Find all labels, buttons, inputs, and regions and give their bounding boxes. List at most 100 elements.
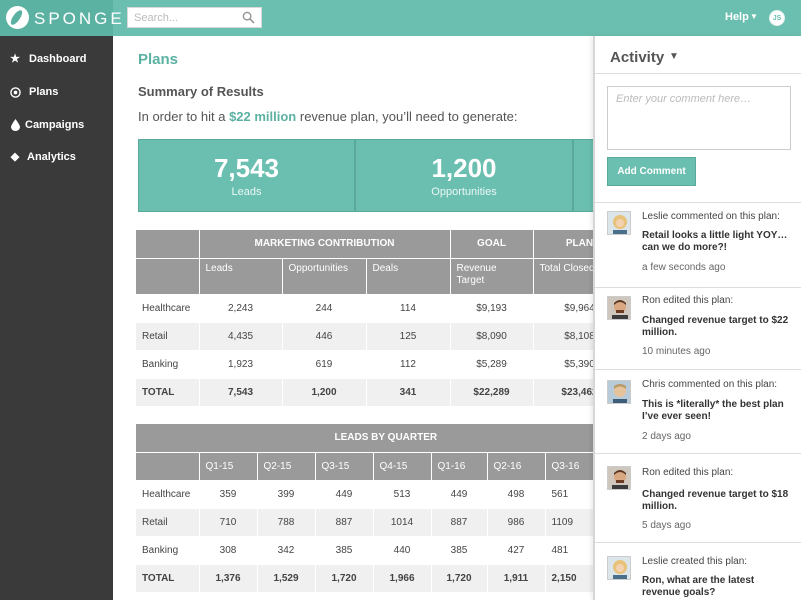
- table-cell: 561: [545, 480, 593, 509]
- column-header: Deals: [366, 258, 451, 295]
- activity-item: Leslie created this plan: Ron, what are …: [595, 542, 801, 600]
- search-icon[interactable]: [242, 11, 255, 24]
- activity-panel: Activity ▼ Add Comment Leslie commented …: [593, 36, 801, 600]
- table-cell: 308: [199, 536, 258, 565]
- star-icon: ★: [10, 53, 20, 65]
- activity-body: Ron, what are the latest revenue goals?: [642, 575, 755, 598]
- table-cell: 2,150: [545, 564, 593, 593]
- activity-time: a few seconds ago: [642, 262, 726, 273]
- help-menu[interactable]: Help: [725, 11, 749, 23]
- leads-tile: 7,543 Leads: [138, 139, 355, 212]
- avatar: [607, 556, 631, 580]
- search-input[interactable]: [128, 8, 236, 28]
- sidebar-item-campaigns[interactable]: Campaigns: [0, 110, 113, 140]
- column-header: Leads: [199, 258, 283, 295]
- table-cell: 481: [545, 536, 593, 565]
- column-header: Revenue Target: [450, 258, 534, 295]
- table-cell: $5,390: [533, 350, 593, 379]
- comment-box: [607, 86, 791, 150]
- table-cell: 1,911: [487, 564, 546, 593]
- row-label: TOTAL: [136, 378, 200, 407]
- table-row: Healthcare 2,243 244 114 $9,193 $9,964: [136, 294, 593, 323]
- user-avatar[interactable]: JS: [769, 10, 785, 26]
- table-cell: 446: [282, 322, 367, 351]
- table-corner: [136, 230, 200, 259]
- caret-down-icon[interactable]: ▼: [750, 12, 758, 21]
- activity-body: Retail looks a little light YOY…can we d…: [642, 230, 788, 253]
- table-cell: 2,243: [199, 294, 283, 323]
- column-header: Q2-15: [257, 452, 316, 481]
- table-cell: 1,966: [373, 564, 432, 593]
- table-corner: [136, 258, 200, 295]
- sidebar-item-label: Campaigns: [25, 119, 85, 131]
- table-cell: 1014: [373, 508, 432, 537]
- search-box: [127, 7, 262, 28]
- activity-body: This is *literally* the best plan I’ve e…: [642, 399, 784, 422]
- table-cell: $9,193: [450, 294, 534, 323]
- activity-title: Activity: [610, 49, 665, 66]
- column-group-header: LEADS BY QUARTER: [136, 424, 593, 453]
- sponge-logo-icon: [6, 6, 29, 29]
- activity-item: Chris commented on this plan: This is *l…: [595, 369, 801, 453]
- diamond-icon: ◆: [10, 151, 20, 163]
- table-row: Banking 1,923 619 112 $5,289 $5,390: [136, 350, 593, 379]
- table-cell: 710: [199, 508, 258, 537]
- activity-line: Leslie commented on this plan:: [642, 211, 780, 222]
- table-cell: 244: [282, 294, 367, 323]
- column-group-header: MARKETING CONTRIBUTION: [199, 230, 451, 259]
- avatar: [607, 466, 631, 490]
- table-cell: $22,289: [450, 378, 534, 407]
- sidebar-item-label: Dashboard: [29, 53, 87, 65]
- activity-body: Changed revenue target to $18 million.: [642, 489, 789, 512]
- table-cell: 513: [373, 480, 432, 509]
- section-title: Summary of Results: [138, 84, 264, 99]
- table-cell: 449: [431, 480, 488, 509]
- table-cell: 1,376: [199, 564, 258, 593]
- sidebar-item-dashboard[interactable]: ★ Dashboard: [0, 44, 113, 74]
- column-header: Q3-15: [315, 452, 374, 481]
- intro-text: In order to hit a $22 million revenue pl…: [138, 109, 517, 124]
- intro-after: revenue plan, you’ll need to generate:: [296, 109, 518, 124]
- activity-item: Leslie commented on this plan: Retail lo…: [595, 202, 801, 287]
- column-header: Q4-15: [373, 452, 432, 481]
- activity-time: 2 days ago: [642, 431, 691, 442]
- sidebar-item-analytics[interactable]: ◆ Analytics: [0, 142, 113, 172]
- table-row: Healthcare 359 399 449 513 449 498 561: [136, 480, 593, 509]
- row-label: Banking: [136, 536, 200, 565]
- table-cell: 887: [431, 508, 488, 537]
- page-title: Plans: [138, 51, 179, 68]
- sidebar: ★ Dashboard Plans Campaigns ◆ Analytics: [0, 36, 113, 600]
- row-label: Healthcare: [136, 480, 200, 509]
- add-comment-button[interactable]: Add Comment: [607, 157, 696, 186]
- table-cell: 887: [315, 508, 374, 537]
- table-cell: 112: [366, 350, 451, 379]
- activity-item: Ron edited this plan: Changed revenue ta…: [595, 287, 801, 369]
- table-cell: 498: [487, 480, 546, 509]
- table-cell: 440: [373, 536, 432, 565]
- row-label: Healthcare: [136, 294, 200, 323]
- top-bar: SPONGE Help ▼ JS: [0, 0, 801, 36]
- column-header: Total Closed: [533, 258, 593, 295]
- comment-input[interactable]: [608, 87, 790, 149]
- leads-by-quarter-table: LEADS BY QUARTER Q1-15 Q2-15 Q3-15 Q4-15…: [136, 424, 593, 593]
- table-cell: 359: [199, 480, 258, 509]
- table-corner: [136, 452, 200, 481]
- tile-label: Opportunities: [431, 186, 497, 198]
- table-row: Retail 4,435 446 125 $8,090 $8,108: [136, 322, 593, 351]
- column-header: Q1-15: [199, 452, 258, 481]
- table-cell: $8,090: [450, 322, 534, 351]
- activity-header[interactable]: Activity ▼: [595, 36, 801, 74]
- table-cell: $23,462: [533, 378, 593, 407]
- table-cell: 449: [315, 480, 374, 509]
- sidebar-item-plans[interactable]: Plans: [0, 77, 113, 107]
- sidebar-item-label: Analytics: [27, 151, 76, 163]
- logo[interactable]: SPONGE: [0, 0, 122, 36]
- column-group-header: PLAN: [533, 230, 593, 259]
- table-cell: 1,529: [257, 564, 316, 593]
- caret-down-icon[interactable]: ▼: [669, 51, 679, 62]
- column-header: Opportunities: [282, 258, 367, 295]
- table-row: Retail 710 788 887 1014 887 986 1109: [136, 508, 593, 537]
- main-content: Plans Summary of Results In order to hit…: [113, 36, 593, 600]
- table-total-row: TOTAL 1,376 1,529 1,720 1,966 1,720 1,91…: [136, 564, 593, 593]
- summary-tiles: 7,543 Leads 1,200 Opportunities: [138, 139, 593, 212]
